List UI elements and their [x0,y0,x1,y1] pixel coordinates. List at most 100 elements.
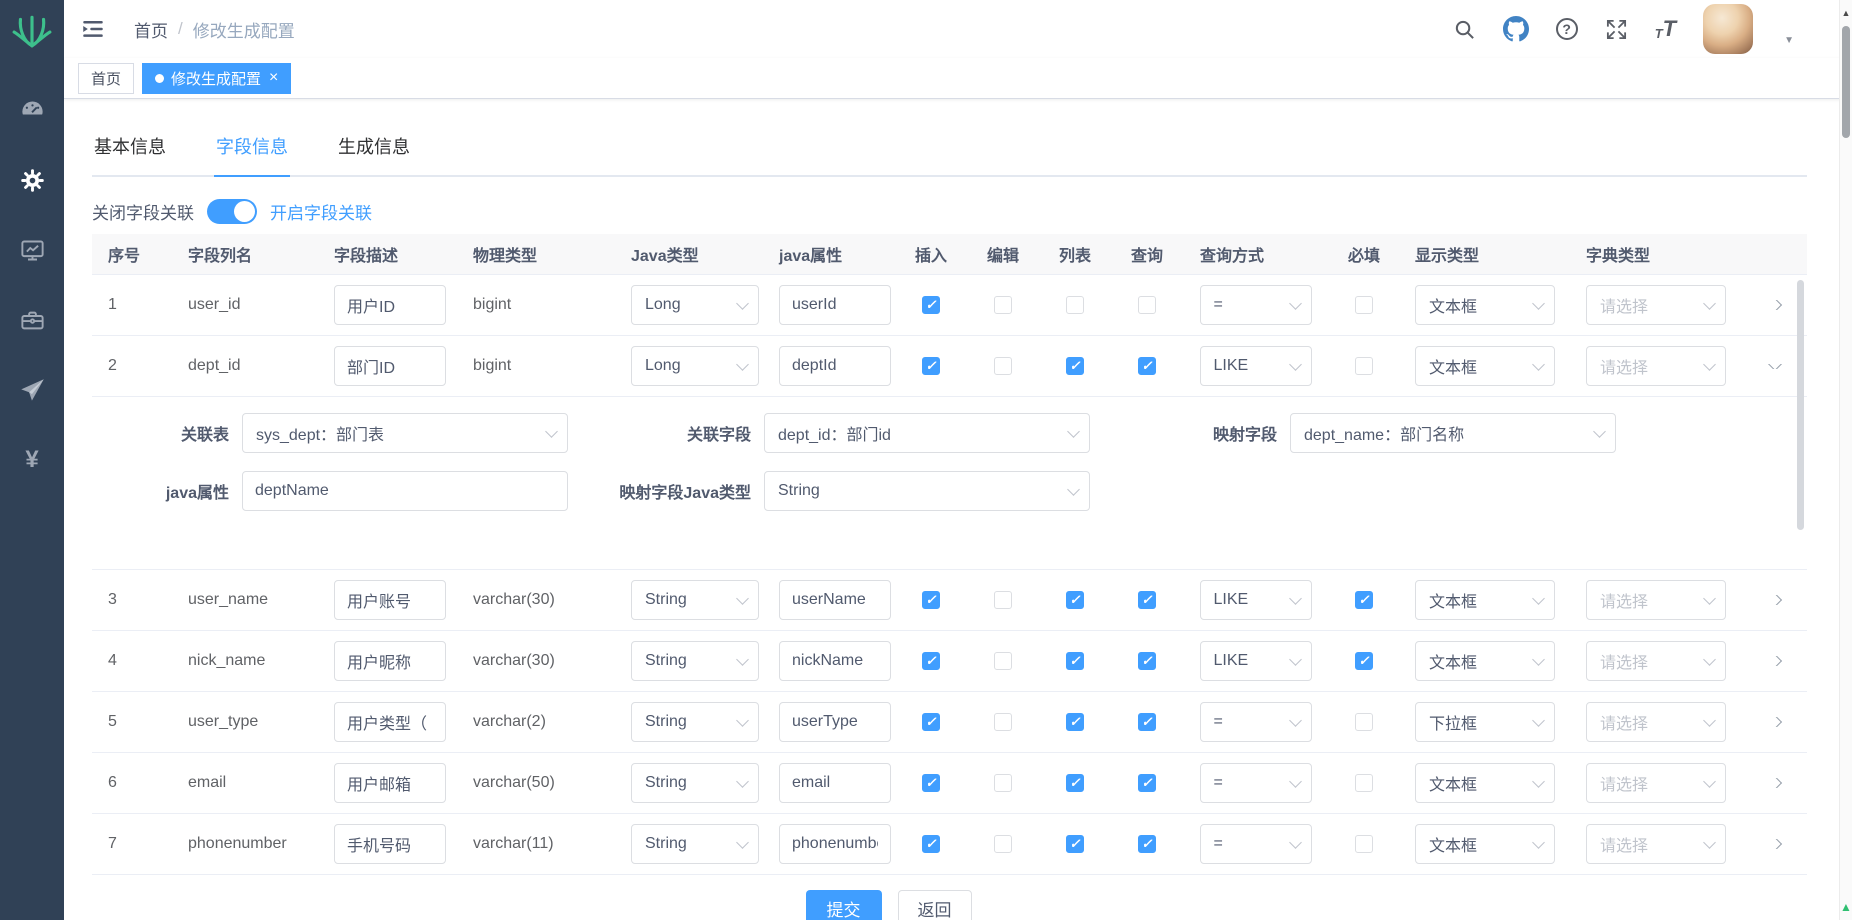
query-checkbox[interactable] [1138,652,1156,670]
java-field-input[interactable] [779,580,891,620]
description-input[interactable] [334,763,446,803]
description-input[interactable] [334,641,446,681]
description-input[interactable] [334,346,446,386]
list-checkbox[interactable] [1066,652,1084,670]
sidebar-item-monitor[interactable] [0,215,64,285]
required-checkbox[interactable] [1355,713,1373,731]
list-checkbox[interactable] [1066,296,1084,314]
help-button[interactable]: ? [1556,18,1578,40]
edit-checkbox[interactable] [994,591,1012,609]
java-field-input[interactable] [779,763,891,803]
display-type-select[interactable]: 文本框 [1415,763,1555,803]
query-checkbox[interactable] [1138,774,1156,792]
display-type-select[interactable]: 文本框 [1415,824,1555,864]
list-checkbox[interactable] [1066,591,1084,609]
description-input[interactable] [334,824,446,864]
edit-checkbox[interactable] [994,774,1012,792]
sidebar-item-tool[interactable] [0,285,64,355]
query-checkbox[interactable] [1138,296,1156,314]
display-type-select[interactable]: 文本框 [1415,285,1555,325]
insert-checkbox[interactable] [922,296,940,314]
expand-chevron-icon[interactable] [1767,595,1781,605]
mapping-field-select[interactable]: dept_name：部门名称 [1290,413,1616,453]
required-checkbox[interactable] [1355,357,1373,375]
app-logo[interactable] [10,10,54,57]
dict-type-select[interactable]: 请选择 [1586,580,1726,620]
back-to-top-icon[interactable]: ▲ [1840,900,1852,914]
dict-type-select[interactable]: 请选择 [1586,763,1726,803]
query-mode-select[interactable]: = [1200,824,1312,864]
list-checkbox[interactable] [1066,774,1084,792]
insert-checkbox[interactable] [922,713,940,731]
caret-down-icon[interactable]: ▼ [1784,35,1794,46]
display-type-select[interactable]: 下拉框 [1415,702,1555,742]
expand-chevron-icon[interactable] [1767,717,1781,727]
java-field-input[interactable] [779,824,891,864]
query-mode-select[interactable]: = [1200,763,1312,803]
display-type-select[interactable]: 文本框 [1415,641,1555,681]
java-type-select[interactable]: Long [631,346,759,386]
back-button[interactable]: 返回 [898,890,972,920]
tag-home[interactable]: 首页 [78,63,134,94]
edit-checkbox[interactable] [994,652,1012,670]
list-checkbox[interactable] [1066,835,1084,853]
query-mode-select[interactable]: LIKE [1200,641,1312,681]
display-type-select[interactable]: 文本框 [1415,580,1555,620]
expand-chevron-icon[interactable] [1767,839,1781,849]
tag-active-page[interactable]: 修改生成配置 × [142,63,291,94]
list-checkbox[interactable] [1066,713,1084,731]
display-type-select[interactable]: 文本框 [1415,346,1555,386]
scrollbar-up-arrow-icon[interactable]: ▲ [1840,8,1852,18]
font-size-button[interactable]: TT [1655,18,1676,40]
table-scrollbar-thumb[interactable] [1797,280,1804,530]
query-checkbox[interactable] [1138,591,1156,609]
avatar[interactable] [1703,4,1753,54]
edit-checkbox[interactable] [994,835,1012,853]
insert-checkbox[interactable] [922,652,940,670]
submit-button[interactable]: 提交 [806,890,882,920]
dict-type-select[interactable]: 请选择 [1586,346,1726,386]
insert-checkbox[interactable] [922,357,940,375]
description-input[interactable] [334,580,446,620]
tab-generate-info[interactable]: 生成信息 [336,119,412,175]
edit-checkbox[interactable] [994,357,1012,375]
required-checkbox[interactable] [1355,652,1373,670]
sidebar-item-pay[interactable]: ¥ [0,425,64,495]
breadcrumb-home[interactable]: 首页 [134,17,168,42]
required-checkbox[interactable] [1355,591,1373,609]
query-mode-select[interactable]: = [1200,285,1312,325]
expand-chevron-icon[interactable] [1767,656,1781,666]
dict-type-select[interactable]: 请选择 [1586,702,1726,742]
query-mode-select[interactable]: LIKE [1200,580,1312,620]
toggle-on-label[interactable]: 开启字段关联 [270,199,372,224]
expand-chevron-icon[interactable] [1767,364,1781,369]
insert-checkbox[interactable] [922,774,940,792]
tab-basic-info[interactable]: 基本信息 [92,119,168,175]
relation-java-attr-input[interactable] [242,471,568,511]
java-field-input[interactable] [779,346,891,386]
java-type-select[interactable]: String [631,641,759,681]
java-field-input[interactable] [779,641,891,681]
field-relation-switch[interactable] [207,199,257,224]
expand-chevron-icon[interactable] [1767,300,1781,310]
required-checkbox[interactable] [1355,774,1373,792]
java-type-select[interactable]: String [631,763,759,803]
java-type-select[interactable]: String [631,824,759,864]
tab-field-info[interactable]: 字段信息 [214,119,290,175]
edit-checkbox[interactable] [994,713,1012,731]
java-field-input[interactable] [779,702,891,742]
relation-field-select[interactable]: dept_id：部门id [764,413,1090,453]
edit-checkbox[interactable] [994,296,1012,314]
dict-type-select[interactable]: 请选择 [1586,641,1726,681]
java-type-select[interactable]: Long [631,285,759,325]
sidebar-item-system[interactable] [0,145,64,215]
sidebar-item-dashboard[interactable] [0,75,64,145]
java-type-select[interactable]: String [631,580,759,620]
github-button[interactable] [1503,16,1529,42]
fullscreen-button[interactable] [1605,18,1628,41]
java-type-select[interactable]: String [631,702,759,742]
query-checkbox[interactable] [1138,835,1156,853]
query-mode-select[interactable]: LIKE [1200,346,1312,386]
dict-type-select[interactable]: 请选择 [1586,824,1726,864]
required-checkbox[interactable] [1355,296,1373,314]
